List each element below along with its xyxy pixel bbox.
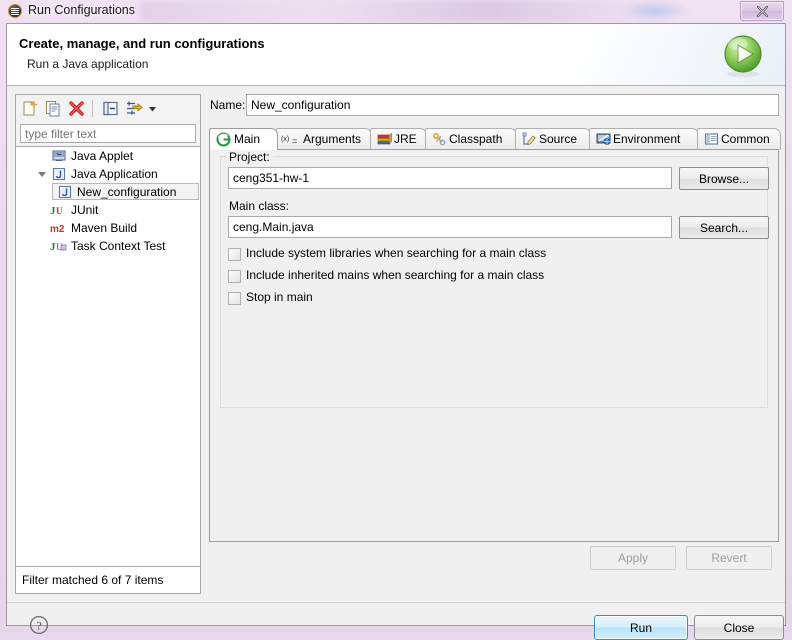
title-bar: Run Configurations — [0, 0, 792, 23]
main-settings-group — [220, 156, 768, 408]
tab-label: Common — [721, 132, 770, 146]
name-row: Name: — [207, 94, 779, 120]
svg-text:?: ? — [36, 618, 41, 632]
page-title: Create, manage, and run configurations — [19, 36, 265, 51]
tab-jre[interactable]: JRE — [370, 128, 427, 150]
tab-label: Environment — [613, 132, 681, 146]
dialog-header: Create, manage, and run configurations R… — [7, 24, 785, 86]
close-window-button[interactable] — [740, 1, 784, 21]
footer-divider — [7, 602, 785, 603]
main-tab-icon — [216, 132, 231, 147]
checkbox-label: Stop in main — [246, 290, 313, 304]
tab-classpath[interactable]: Classpath — [425, 128, 517, 150]
common-tab-icon — [704, 132, 719, 147]
main-tab-panel: Project: Browse... Main class: Search...… — [209, 150, 779, 542]
run-configurations-dialog: Create, manage, and run configurations R… — [6, 23, 786, 640]
svg-text:U: U — [56, 206, 63, 216]
filter-input[interactable] — [20, 124, 196, 143]
tab-common[interactable]: Common — [697, 128, 781, 150]
task-context-test-icon: J U — [50, 239, 67, 253]
java-application-icon — [58, 185, 72, 199]
tab-label: Classpath — [449, 132, 503, 146]
svg-text:(x): (x) — [281, 136, 289, 143]
configurations-panel: Java Applet Java Application — [15, 94, 201, 594]
checkbox-box[interactable] — [228, 270, 241, 283]
run-button[interactable]: Run — [594, 615, 688, 640]
tab-label: Arguments — [303, 132, 362, 146]
new-launch-configuration-icon[interactable] — [21, 99, 40, 118]
tree-item-label: Java Applet — [71, 149, 134, 163]
java-application-icon — [52, 167, 66, 181]
tab-source[interactable]: Source — [515, 128, 591, 150]
name-input[interactable] — [246, 94, 779, 116]
tab-label: Source — [539, 132, 578, 146]
svg-text:=: = — [292, 136, 297, 146]
configuration-editor: Name: Main — [207, 94, 781, 594]
help-question-icon[interactable]: ? — [29, 615, 49, 635]
tab-label: Main — [234, 132, 261, 146]
filter-status-text: Filter matched 6 of 7 items — [15, 567, 201, 594]
window-frame: Run Configurations Create, manage, and r… — [0, 0, 792, 640]
duplicate-icon[interactable] — [44, 99, 63, 118]
checkbox-label: Include system libraries when searching … — [246, 246, 547, 260]
tree-item-junit[interactable]: J U JUnit — [16, 201, 200, 219]
configurations-tree[interactable]: Java Applet Java Application New_configu… — [15, 147, 201, 567]
project-input[interactable] — [228, 167, 672, 189]
tab-label: JRE — [394, 132, 417, 146]
green-play-circle-icon — [719, 32, 767, 80]
search-button[interactable]: Search... — [679, 216, 769, 239]
junit-icon: J U — [50, 203, 67, 217]
name-label: Name: — [210, 98, 246, 112]
chevron-down-icon[interactable] — [146, 99, 159, 118]
main-class-input[interactable] — [228, 216, 672, 238]
filter-container — [15, 121, 201, 147]
svg-text:m2: m2 — [50, 224, 65, 235]
tab-environment[interactable]: Environment — [589, 128, 699, 150]
java-applet-icon — [52, 149, 66, 163]
jre-tab-icon — [377, 132, 392, 147]
main-class-label: Main class: — [226, 199, 293, 213]
tab-main[interactable]: Main — [209, 128, 278, 150]
tree-item-label: JUnit — [71, 203, 99, 217]
configurations-toolbar — [15, 94, 201, 121]
project-label: Project: — [226, 150, 273, 164]
apply-revert-row: Apply Revert — [209, 546, 779, 572]
tree-item-maven-build[interactable]: m2 Maven Build — [16, 219, 200, 237]
close-dialog-button[interactable]: Close — [694, 615, 784, 640]
tree-item-task-context-test[interactable]: J U Task Context Test — [16, 237, 200, 255]
arguments-tab-icon: (x) = — [281, 132, 297, 147]
close-icon — [756, 5, 768, 17]
expander-open-icon[interactable] — [38, 172, 46, 177]
maven-icon: m2 — [50, 221, 67, 235]
filter-icon[interactable] — [124, 99, 143, 118]
tree-item-label: New_configuration — [77, 185, 177, 199]
source-tab-icon — [522, 132, 537, 147]
tree-item-label: Task Context Test — [71, 239, 166, 253]
tab-bar: Main (x) = Arguments JRE Classpath Sourc… — [209, 128, 781, 150]
tree-item-label: Java Application — [71, 167, 158, 181]
tree-item-java-applet[interactable]: Java Applet — [16, 147, 200, 165]
checkbox-box[interactable] — [228, 292, 241, 305]
run-config-icon — [8, 4, 22, 18]
toolbar-divider — [92, 100, 93, 117]
tree-item-new-configuration[interactable]: New_configuration — [16, 183, 200, 201]
apply-button[interactable]: Apply — [590, 546, 676, 570]
tab-arguments[interactable]: (x) = Arguments — [276, 128, 372, 150]
classpath-tab-icon — [432, 132, 447, 147]
browse-button[interactable]: Browse... — [679, 167, 769, 190]
tree-item-label: Maven Build — [71, 221, 138, 235]
environment-tab-icon — [596, 132, 611, 147]
collapse-all-icon[interactable] — [101, 99, 120, 118]
page-subtitle: Run a Java application — [27, 57, 149, 71]
revert-button[interactable]: Revert — [686, 546, 772, 570]
checkbox-label: Include inherited mains when searching f… — [246, 268, 545, 282]
window-title: Run Configurations — [28, 3, 136, 17]
checkbox-box[interactable] — [228, 248, 241, 261]
tree-item-java-application[interactable]: Java Application — [16, 165, 200, 183]
delete-icon[interactable] — [67, 99, 86, 118]
